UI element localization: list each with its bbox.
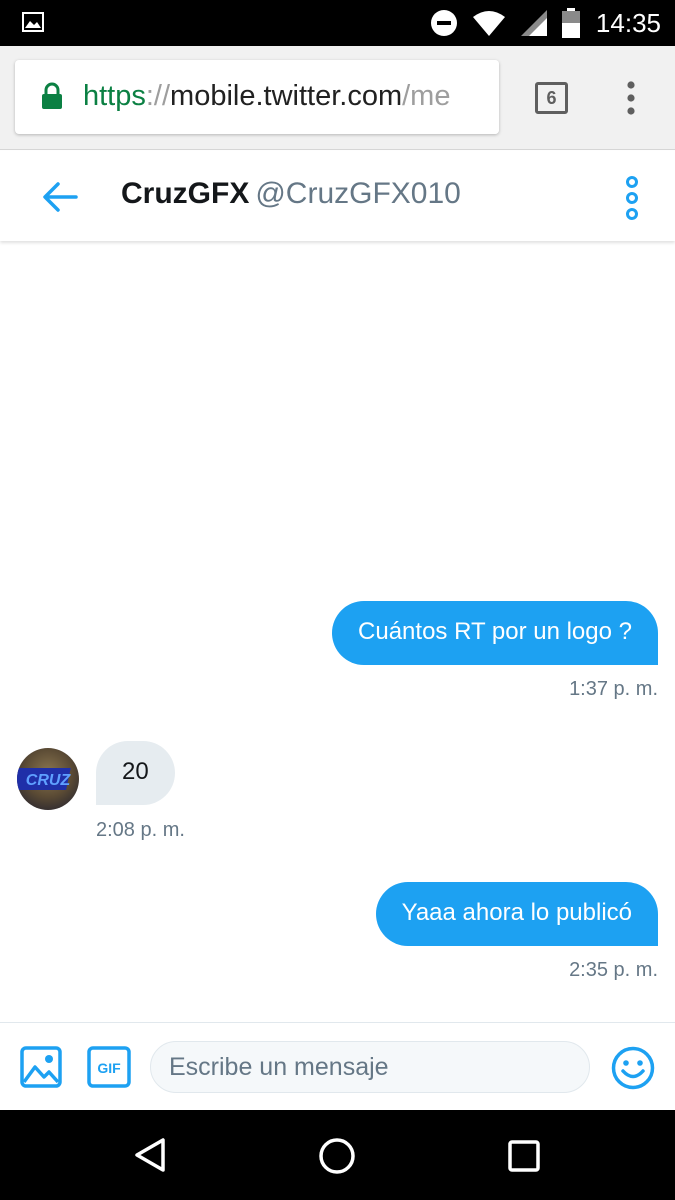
url-fade bbox=[469, 60, 499, 134]
back-triangle-icon[interactable] bbox=[132, 1137, 168, 1173]
status-icons: 14:35 bbox=[430, 6, 661, 40]
image-notification-icon bbox=[22, 12, 44, 32]
message-input-placeholder: Escribe un mensaje bbox=[169, 1053, 389, 1081]
status-bar: 14:35 bbox=[0, 0, 675, 46]
url-separator: :// bbox=[145, 80, 171, 112]
lock-icon bbox=[42, 82, 62, 109]
gif-label: GIF bbox=[97, 1060, 121, 1076]
emoji-icon[interactable] bbox=[611, 1046, 655, 1090]
back-arrow-icon[interactable] bbox=[40, 177, 80, 217]
avatar-logo-text: CRUZ bbox=[26, 772, 72, 789]
message-composer: GIF Escribe un mensaje bbox=[0, 1022, 675, 1110]
more-options-icon[interactable] bbox=[618, 175, 646, 221]
clock: 14:35 bbox=[595, 7, 661, 38]
do-not-disturb-icon bbox=[430, 10, 457, 36]
browser-menu-icon[interactable] bbox=[616, 80, 646, 116]
message-timestamp: 1:37 p. m. bbox=[569, 678, 658, 700]
tab-switcher-button[interactable]: 6 bbox=[535, 82, 568, 114]
phone-screen: 14:35 https://mobile.twitter.com/me 6 Cr… bbox=[0, 0, 675, 1200]
battery-icon bbox=[561, 8, 580, 38]
add-photo-icon[interactable] bbox=[20, 1046, 62, 1088]
contact-handle: @CruzGFX010 bbox=[255, 177, 461, 210]
url-host: mobile.twitter.com bbox=[170, 80, 403, 112]
message-bubble-received[interactable]: 20 bbox=[96, 741, 175, 805]
conversation-title: CruzGFX @CruzGFX010 bbox=[121, 177, 461, 211]
recents-square-icon[interactable] bbox=[506, 1138, 542, 1174]
avatar[interactable]: CRUZ bbox=[17, 748, 79, 810]
contact-name: CruzGFX bbox=[121, 177, 250, 210]
message-timestamp: 2:08 p. m. bbox=[96, 819, 185, 841]
url-path: /me bbox=[402, 80, 451, 112]
message-bubble-sent[interactable]: Cuántos RT por un logo ? bbox=[332, 601, 658, 665]
url-scheme: https bbox=[83, 80, 146, 112]
message-bubble-sent[interactable]: Yaaa ahora lo publicó bbox=[375, 882, 658, 946]
avatar-image: CRUZ bbox=[17, 748, 79, 810]
home-circle-icon[interactable] bbox=[318, 1137, 356, 1175]
conversation-header: CruzGFX @CruzGFX010 bbox=[0, 151, 675, 241]
system-navigation-bar bbox=[0, 1110, 675, 1200]
url-text: https://mobile.twitter.com/me bbox=[83, 78, 450, 114]
browser-toolbar: https://mobile.twitter.com/me 6 bbox=[0, 46, 675, 150]
cell-signal-icon bbox=[520, 10, 547, 36]
address-bar[interactable]: https://mobile.twitter.com/me bbox=[15, 60, 499, 134]
gif-button[interactable]: GIF bbox=[87, 1046, 131, 1088]
wifi-icon bbox=[472, 11, 505, 36]
message-timestamp: 2:35 p. m. bbox=[569, 959, 658, 981]
message-input[interactable]: Escribe un mensaje bbox=[150, 1041, 590, 1093]
